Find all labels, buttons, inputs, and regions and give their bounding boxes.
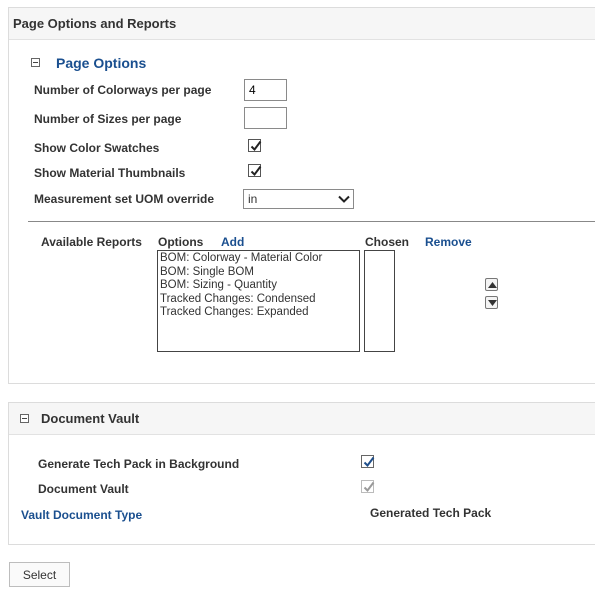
checkmark-icon <box>363 481 375 493</box>
show-swatches-checkbox[interactable] <box>248 139 262 152</box>
triangle-down-icon <box>488 300 497 306</box>
panel-title: Page Options and Reports <box>13 16 177 31</box>
vault-document-type-link[interactable]: Vault Document Type <box>21 508 142 522</box>
options-listbox[interactable]: BOM: Colorway - Material Color BOM: Sing… <box>157 250 360 352</box>
move-down-button[interactable] <box>485 296 498 309</box>
vault-document-type-value: Generated Tech Pack <box>370 506 492 520</box>
generate-background-label: Generate Tech Pack in Background <box>38 457 240 471</box>
sizes-label: Number of Sizes per page <box>34 112 182 126</box>
checkmark-icon <box>250 140 262 152</box>
collapse-toggle-icon[interactable] <box>31 58 40 67</box>
checkmark-icon <box>250 165 262 177</box>
panel-header-document-vault: Document Vault <box>9 403 595 435</box>
triangle-up-icon <box>488 282 497 288</box>
list-item[interactable]: BOM: Sizing - Quantity <box>160 279 357 293</box>
sizes-input[interactable] <box>244 107 287 129</box>
list-item[interactable]: BOM: Colorway - Material Color <box>160 252 357 266</box>
colorways-label: Number of Colorways per page <box>34 83 212 97</box>
remove-link[interactable]: Remove <box>425 235 472 249</box>
chevron-down-icon <box>338 195 350 203</box>
list-item[interactable]: Tracked Changes: Condensed <box>160 293 357 307</box>
collapse-toggle-icon[interactable] <box>20 414 29 423</box>
section-title-page-options: Page Options <box>56 55 147 71</box>
add-link[interactable]: Add <box>221 235 244 249</box>
show-swatches-label: Show Color Swatches <box>34 141 160 155</box>
options-label: Options <box>158 235 204 249</box>
panel-header-page-options: Page Options and Reports <box>9 8 595 40</box>
document-vault-checkbox <box>361 480 375 493</box>
uom-selected-value: in <box>248 192 258 206</box>
chosen-listbox[interactable] <box>364 250 395 352</box>
document-vault-label: Document Vault <box>38 482 129 496</box>
checkmark-icon <box>363 456 375 468</box>
colorways-input[interactable] <box>244 79 287 101</box>
show-thumbnails-label: Show Material Thumbnails <box>34 166 186 180</box>
panel-title: Document Vault <box>41 411 140 426</box>
list-item[interactable]: Tracked Changes: Expanded <box>160 306 357 320</box>
section-divider <box>28 221 595 222</box>
generate-background-checkbox[interactable] <box>361 455 375 468</box>
uom-label: Measurement set UOM override <box>34 192 215 206</box>
select-button[interactable]: Select <box>9 562 70 587</box>
list-item[interactable]: BOM: Single BOM <box>160 266 357 280</box>
show-thumbnails-checkbox[interactable] <box>248 164 262 177</box>
chosen-label: Chosen <box>365 235 410 249</box>
available-reports-label: Available Reports <box>41 235 142 249</box>
document-vault-panel: Document Vault <box>8 402 595 545</box>
move-up-button[interactable] <box>485 278 498 291</box>
uom-select[interactable]: in <box>243 189 354 209</box>
